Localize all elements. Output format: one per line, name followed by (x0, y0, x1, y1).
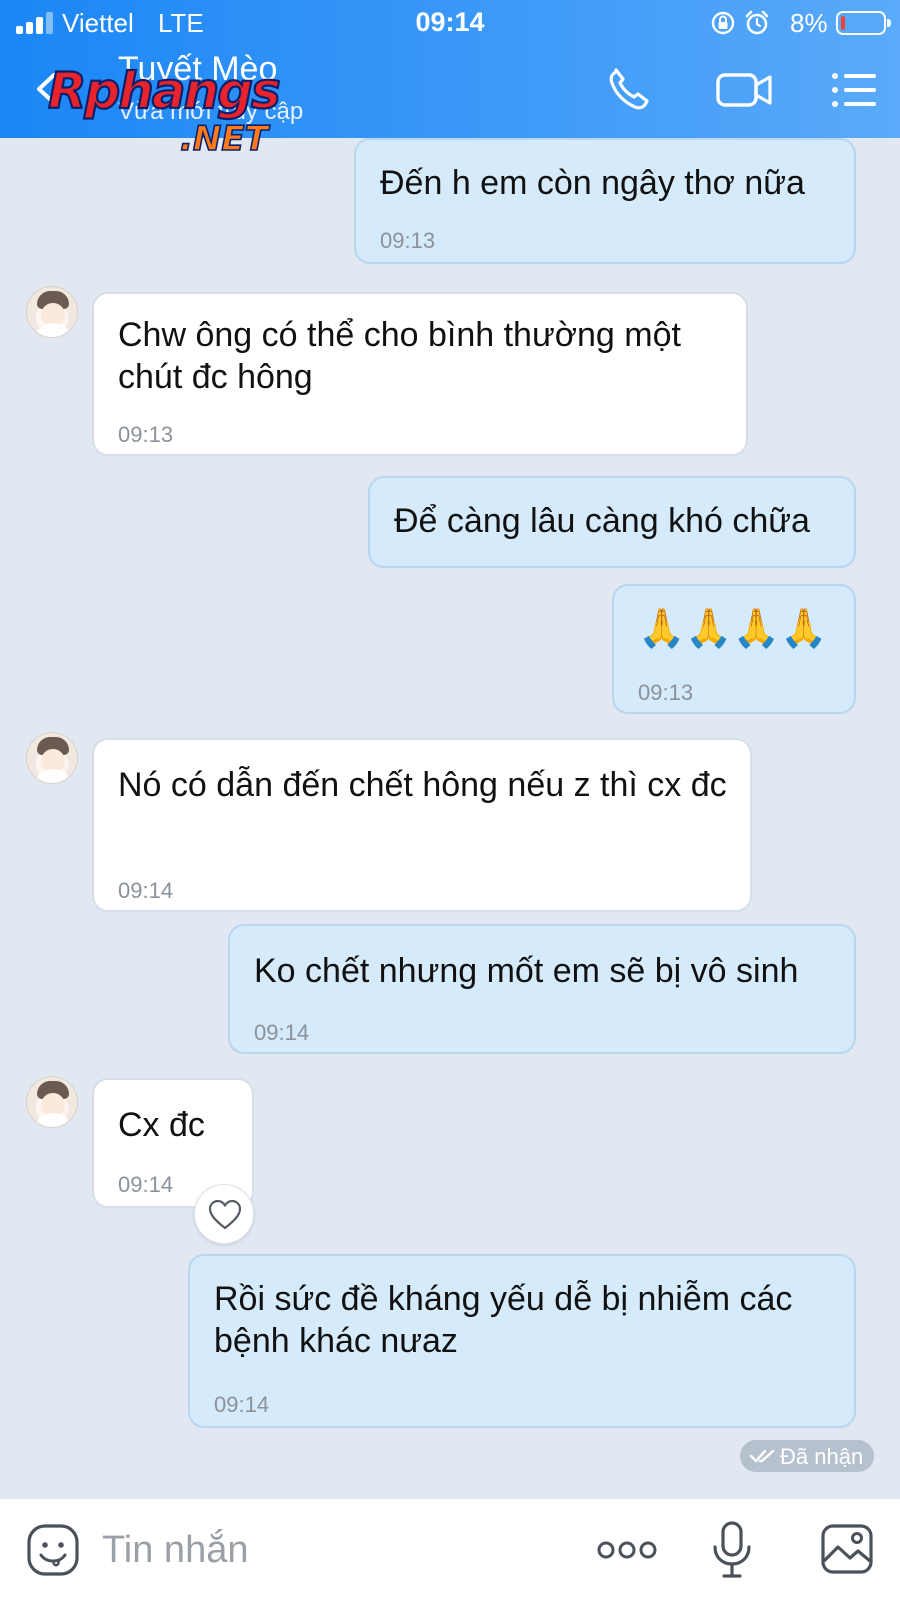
contact-avatar[interactable] (26, 286, 78, 338)
message-time: 09:14 (118, 878, 174, 903)
message-input[interactable] (102, 1525, 562, 1575)
video-call-button[interactable] (716, 66, 774, 114)
rotation-lock-icon (711, 11, 735, 35)
status-bar: Viettel LTE 09:14 8% (0, 0, 900, 46)
message-time: 09:13 (380, 228, 436, 253)
message-text: Ko chết nhưng mốt em sẽ bị vô sinh (254, 952, 799, 990)
message-bubble-received[interactable]: Nó có dẫn đến chết hông nếu z thì cx đc … (92, 738, 752, 912)
double-check-icon (750, 1449, 775, 1463)
microphone-button[interactable] (712, 1521, 752, 1579)
alarm-icon (745, 10, 769, 35)
message-text: Đến h em còn ngây thơ nữa (380, 164, 805, 202)
message-time: 09:13 (118, 422, 174, 447)
delivery-receipt: Đã nhận (740, 1440, 874, 1472)
message-bubble-sent[interactable]: Để càng lâu càng khó chữa (368, 476, 856, 568)
menu-button[interactable] (830, 66, 878, 114)
message-text: Cx đc (118, 1106, 205, 1144)
message-time: 09:14 (214, 1392, 270, 1417)
image-picker-button[interactable] (820, 1523, 874, 1575)
message-text: Nó có dẫn đến chết hông nếu z thì cx đc (118, 766, 727, 804)
call-button[interactable] (604, 66, 656, 114)
contact-avatar[interactable] (26, 732, 78, 784)
message-text: 🙏🙏🙏🙏 (638, 608, 828, 650)
message-bubble-sent[interactable]: Đến h em còn ngây thơ nữa 09:13 (354, 138, 856, 264)
message-time: 09:13 (638, 680, 694, 705)
contact-status: Vừa mới truy cập (118, 98, 304, 125)
message-time: 09:14 (118, 1172, 174, 1197)
heart-icon (208, 1199, 242, 1230)
composer-bar (0, 1498, 900, 1600)
message-text: Để càng lâu càng khó chữa (394, 502, 810, 540)
react-heart-button[interactable] (194, 1184, 254, 1244)
contact-avatar[interactable] (26, 1076, 78, 1128)
battery-percent: 8% (790, 8, 828, 38)
sticker-button[interactable] (26, 1523, 80, 1577)
more-options-button[interactable] (596, 1535, 658, 1565)
message-text: Rồi sức đề kháng yếu dễ bị nhiễm các bện… (214, 1280, 793, 1360)
contact-name[interactable]: Tuyết Mèo (118, 50, 277, 89)
receipt-label: Đã nhận (780, 1444, 864, 1469)
back-button[interactable] (34, 72, 58, 106)
message-text: Chw ông có thể cho bình thường một chút … (118, 316, 681, 396)
message-bubble-sent[interactable]: 🙏🙏🙏🙏 09:13 (612, 584, 856, 714)
battery-icon (836, 11, 891, 35)
message-bubble-sent[interactable]: Rồi sức đề kháng yếu dễ bị nhiễm các bện… (188, 1254, 856, 1428)
message-bubble-sent[interactable]: Ko chết nhưng mốt em sẽ bị vô sinh 09:14 (228, 924, 856, 1054)
message-bubble-received[interactable]: Chw ông có thể cho bình thường một chút … (92, 292, 748, 456)
message-time: 09:14 (254, 1020, 310, 1045)
chat-header: Viettel LTE 09:14 8% Tuyết Mèo Vừa mới t… (0, 0, 900, 156)
